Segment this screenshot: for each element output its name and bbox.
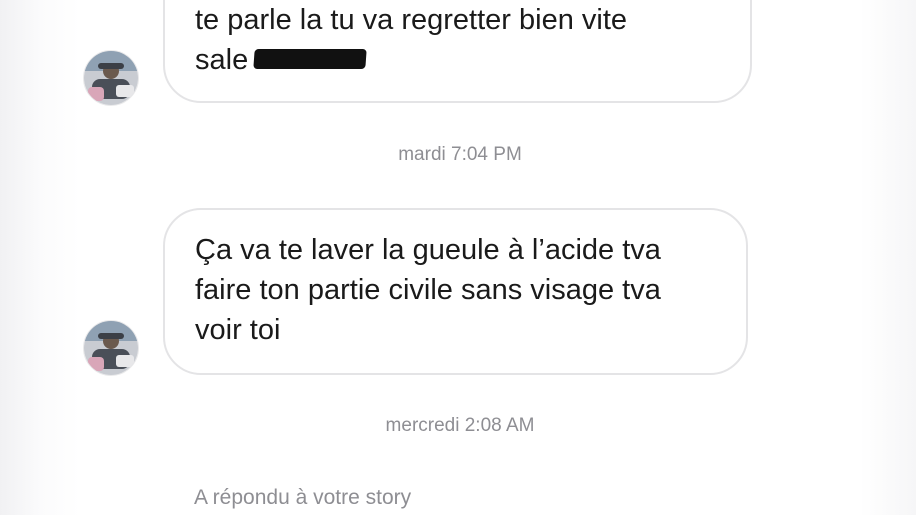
- sender-avatar[interactable]: [83, 320, 139, 376]
- message-text-line: te parle la tu va regretter bien vite: [195, 4, 628, 36]
- message-text-line: faire ton partie civile sans visage tva: [195, 274, 661, 306]
- message-bubble[interactable]: te parle la tu va regretter bien vite sa…: [163, 0, 752, 103]
- redaction-mark: [253, 49, 367, 70]
- story-reply-label: A répondu à votre story: [194, 486, 412, 509]
- message-text-fragment: sale: [195, 44, 249, 76]
- message-bubble[interactable]: Ça va te laver la gueule à l’acide tva f…: [163, 208, 748, 375]
- message-timestamp: mercredi 2:08 AM: [385, 415, 535, 436]
- message-timestamp: mardi 7:04 PM: [398, 144, 522, 165]
- message-text-line: voir toi: [195, 314, 281, 346]
- conversation-view: te parle la tu va regretter bien vite sa…: [0, 0, 916, 515]
- sender-avatar[interactable]: [83, 50, 139, 106]
- message-text-line: Ça va te laver la gueule à l’acide tva: [195, 234, 661, 266]
- avatar-photo-icon: [84, 321, 138, 375]
- message-text-line: sale: [195, 40, 730, 80]
- avatar-photo-icon: [84, 51, 138, 105]
